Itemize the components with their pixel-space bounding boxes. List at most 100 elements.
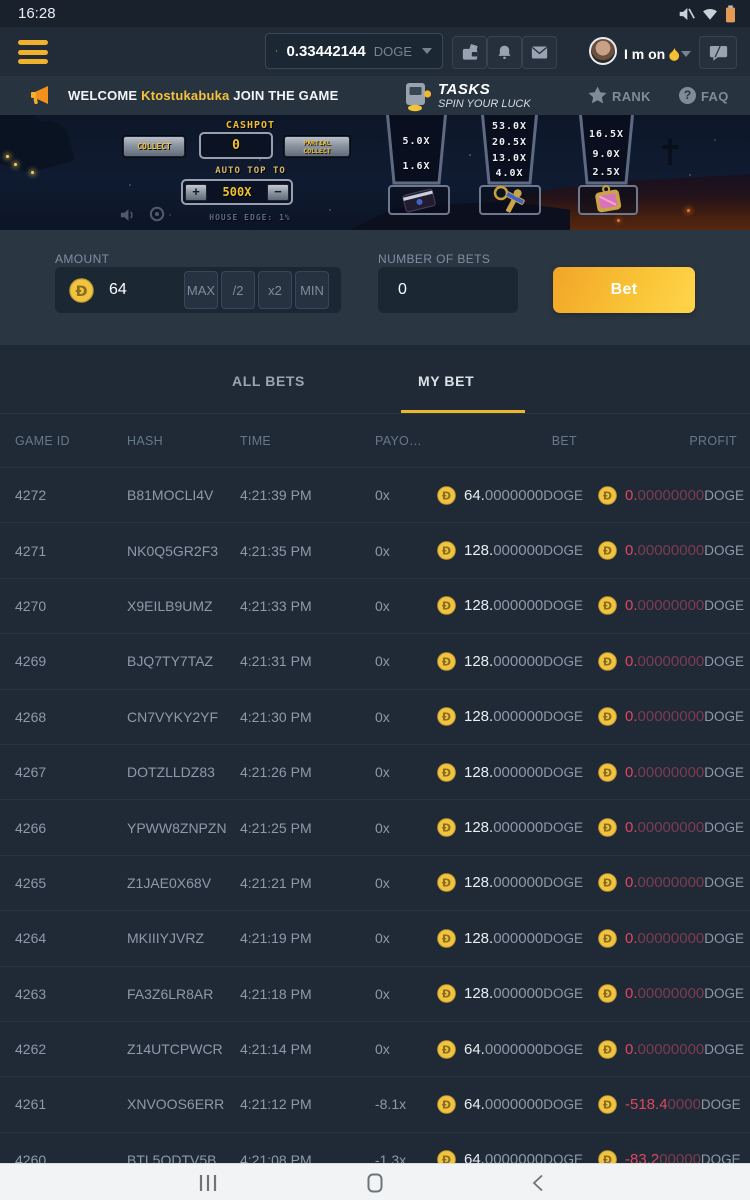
wallet-icon bbox=[461, 44, 479, 61]
collect-button[interactable]: COLLECT bbox=[123, 136, 185, 157]
svg-text:Đ: Đ bbox=[442, 489, 451, 502]
svg-text:Đ: Đ bbox=[603, 489, 612, 502]
number-of-bets-input[interactable] bbox=[396, 280, 490, 300]
payout-cell: 0x bbox=[375, 764, 437, 780]
table-row[interactable]: 4267DOTZLLDZ834:21:26 PM0xĐ128.000000DOG… bbox=[0, 744, 750, 799]
tasks-title[interactable]: TASKS bbox=[438, 81, 490, 98]
amount-input[interactable] bbox=[107, 280, 181, 300]
bet-button[interactable]: Bet bbox=[553, 267, 695, 313]
svg-text:Đ: Đ bbox=[603, 822, 612, 835]
home-icon bbox=[367, 1173, 383, 1193]
profit-cell: Đ0.00000000DOGE bbox=[577, 486, 744, 505]
time-cell: 4:21:14 PM bbox=[240, 1041, 375, 1057]
table-row[interactable]: 4266YPWW8ZNPZN4:21:25 PM0xĐ128.000000DOG… bbox=[0, 799, 750, 854]
tab-all-bets[interactable]: ALL BETS bbox=[232, 373, 305, 389]
time-cell: 4:21:26 PM bbox=[240, 764, 375, 780]
chat-button[interactable]: 32 bbox=[699, 36, 737, 69]
wallet-button[interactable] bbox=[452, 36, 487, 69]
bet-cell: Đ128.000000DOGE bbox=[437, 873, 577, 892]
double-button[interactable]: x2 bbox=[258, 271, 292, 309]
bet-cell: Đ64.0000000DOGE bbox=[437, 1095, 577, 1114]
bet-cell: Đ64.0000000DOGE bbox=[437, 1150, 577, 1163]
time-cell: 4:21:31 PM bbox=[240, 653, 375, 669]
table-row[interactable]: 4263FA3Z6LR8AR4:21:18 PM0xĐ128.000000DOG… bbox=[0, 966, 750, 1021]
table-row[interactable]: 4269BJQ7TY7TAZ4:21:31 PM0xĐ128.000000DOG… bbox=[0, 633, 750, 688]
table-row[interactable]: 4271NK0Q5GR2F34:21:35 PM0xĐ128.000000DOG… bbox=[0, 522, 750, 577]
messages-button[interactable] bbox=[522, 36, 557, 69]
table-row[interactable]: 4261XNVOOS6ERR4:21:12 PM-8.1xĐ64.0000000… bbox=[0, 1076, 750, 1131]
doge-coin-icon: Đ bbox=[598, 929, 617, 948]
balance-currency: DOGE bbox=[374, 44, 412, 59]
doge-coin-icon: Đ bbox=[437, 873, 456, 892]
item-slot-spell-book[interactable] bbox=[388, 185, 450, 215]
profit-cell: Đ0.00000000DOGE bbox=[577, 1040, 744, 1059]
half-button[interactable]: /2 bbox=[221, 271, 255, 309]
back-button[interactable] bbox=[518, 1171, 558, 1195]
header-payout[interactable]: PAYO… bbox=[375, 434, 437, 448]
svg-text:Đ: Đ bbox=[603, 545, 612, 558]
table-row[interactable]: 4272B81MOCLI4V4:21:39 PM0xĐ64.0000000DOG… bbox=[0, 467, 750, 522]
plus-button[interactable]: + bbox=[185, 184, 207, 201]
doge-coin-icon: Đ bbox=[598, 1040, 617, 1059]
payout-cell: 0x bbox=[375, 709, 437, 725]
max-button[interactable]: MAX bbox=[184, 271, 218, 309]
minus-button[interactable]: − bbox=[267, 184, 289, 201]
profit-cell: Đ0.00000000DOGE bbox=[577, 929, 744, 948]
doge-coin-icon: Đ bbox=[437, 707, 456, 726]
recent-apps-button[interactable] bbox=[188, 1171, 228, 1195]
table-row[interactable]: 4264MKIIIYJVRZ4:21:19 PM0xĐ128.000000DOG… bbox=[0, 910, 750, 965]
game-id-cell: 4260 bbox=[15, 1152, 127, 1163]
welcome-username: Ktostukabuka bbox=[141, 88, 229, 103]
doge-coin-icon: Đ bbox=[598, 1095, 617, 1114]
item-slot-golden-ankh[interactable] bbox=[479, 185, 541, 215]
faq-link[interactable]: FAQ bbox=[701, 89, 729, 104]
star-icon bbox=[588, 86, 607, 104]
profit-currency: DOGE bbox=[704, 875, 744, 890]
bet-cell: Đ128.000000DOGE bbox=[437, 818, 577, 837]
min-button[interactable]: MIN bbox=[295, 271, 329, 309]
game-id-cell: 4264 bbox=[15, 930, 127, 946]
table-row[interactable]: 4270X9EILB9UMZ4:21:33 PM0xĐ128.000000DOG… bbox=[0, 578, 750, 633]
megaphone-icon bbox=[28, 85, 50, 106]
doge-coin-icon: Đ bbox=[598, 873, 617, 892]
bet-cell: Đ128.000000DOGE bbox=[437, 707, 577, 726]
svg-text:Đ: Đ bbox=[442, 822, 451, 835]
profit-currency: DOGE bbox=[704, 654, 744, 669]
doge-coin-icon: Đ bbox=[437, 1040, 456, 1059]
time-cell: 4:21:25 PM bbox=[240, 820, 375, 836]
doge-coin-icon: Đ bbox=[598, 763, 617, 782]
hash-cell: NK0Q5GR2F3 bbox=[127, 543, 240, 559]
sound-icon[interactable] bbox=[120, 208, 136, 222]
username[interactable]: I m on bbox=[624, 46, 680, 62]
hash-cell: DOTZLLDZ83 bbox=[127, 764, 240, 780]
profit-currency: DOGE bbox=[704, 765, 744, 780]
shell-icon[interactable] bbox=[149, 206, 165, 222]
time-cell: 4:21:39 PM bbox=[240, 487, 375, 503]
tab-my-bet[interactable]: MY BET bbox=[418, 373, 474, 389]
home-button[interactable] bbox=[355, 1171, 395, 1195]
table-row[interactable]: 4260BTL5ODTV5B4:21:08 PM-1.3xĐ64.0000000… bbox=[0, 1132, 750, 1163]
avatar[interactable] bbox=[589, 37, 617, 65]
time-cell: 4:21:08 PM bbox=[240, 1152, 375, 1163]
bell-icon bbox=[496, 44, 513, 61]
battery-icon bbox=[725, 5, 736, 23]
balance-selector[interactable]: Đ 0.33442144 DOGE bbox=[265, 33, 443, 69]
profit-cell: Đ0.00000000DOGE bbox=[577, 763, 744, 782]
wifi-icon bbox=[702, 7, 718, 21]
item-slot-pink-amulet[interactable] bbox=[578, 185, 638, 215]
payout-cell: 0x bbox=[375, 543, 437, 559]
profit-cell: Đ0.00000000DOGE bbox=[577, 873, 744, 892]
doge-coin-icon: Đ bbox=[437, 596, 456, 615]
partial-collect-button[interactable]: PARTIAL COLLECT bbox=[284, 136, 350, 157]
menu-icon[interactable] bbox=[18, 40, 48, 64]
doge-coin-icon: Đ bbox=[437, 541, 456, 560]
chevron-down-icon bbox=[681, 51, 691, 57]
profit-cell: Đ0.00000000DOGE bbox=[577, 541, 744, 560]
table-row[interactable]: 4262Z14UTCPWCR4:21:14 PM0xĐ64.0000000DOG… bbox=[0, 1021, 750, 1076]
notifications-button[interactable] bbox=[487, 36, 522, 69]
svg-text:Đ: Đ bbox=[442, 988, 451, 1001]
table-row[interactable]: 4268CN7VYKY2YF4:21:30 PM0xĐ128.000000DOG… bbox=[0, 689, 750, 744]
number-of-bets-label: NUMBER OF BETS bbox=[378, 252, 490, 266]
rank-link[interactable]: RANK bbox=[612, 89, 651, 104]
table-row[interactable]: 4265Z1JAE0X68V4:21:21 PM0xĐ128.000000DOG… bbox=[0, 855, 750, 910]
